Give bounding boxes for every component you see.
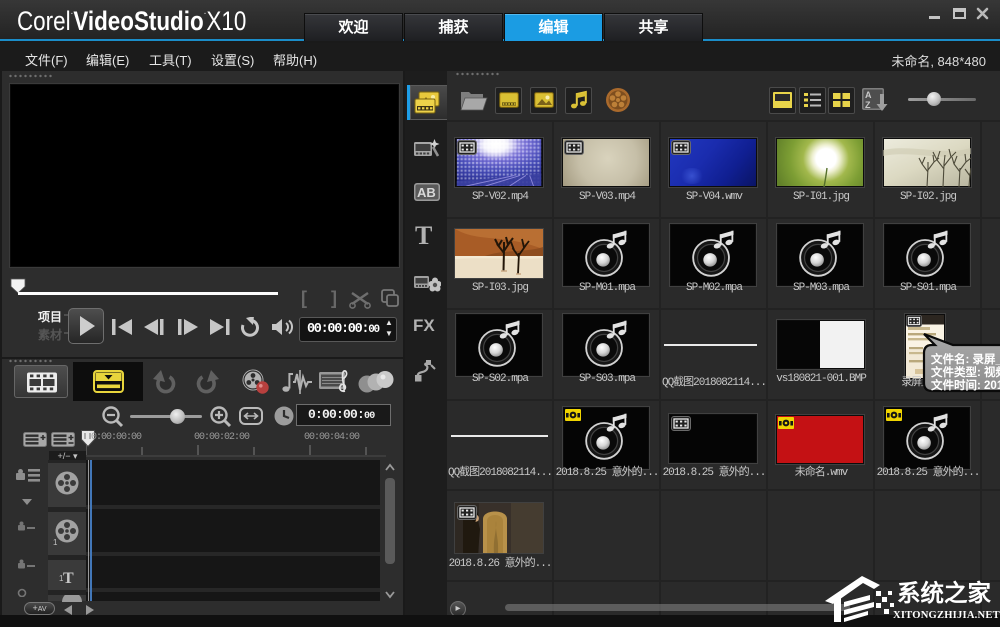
svg-text:文件名: 录屏_2018: 文件名: 录屏_2018 bbox=[931, 352, 1000, 366]
svg-text:Z: Z bbox=[865, 100, 871, 110]
svg-text:T: T bbox=[63, 570, 74, 587]
svg-text:1: 1 bbox=[53, 538, 58, 547]
svg-text:AB: AB bbox=[417, 185, 436, 200]
svg-text:文件类型: 视频文件: 文件类型: 视频文件 bbox=[931, 365, 1000, 379]
svg-text:A: A bbox=[865, 90, 872, 100]
svg-text:文件时间: 2018/8/2: 文件时间: 2018/8/2 bbox=[931, 378, 1000, 392]
svg-text:系统之家: 系统之家 bbox=[897, 579, 991, 606]
svg-text:XITONGZHIJIA.NET: XITONGZHIJIA.NET bbox=[893, 610, 1000, 621]
